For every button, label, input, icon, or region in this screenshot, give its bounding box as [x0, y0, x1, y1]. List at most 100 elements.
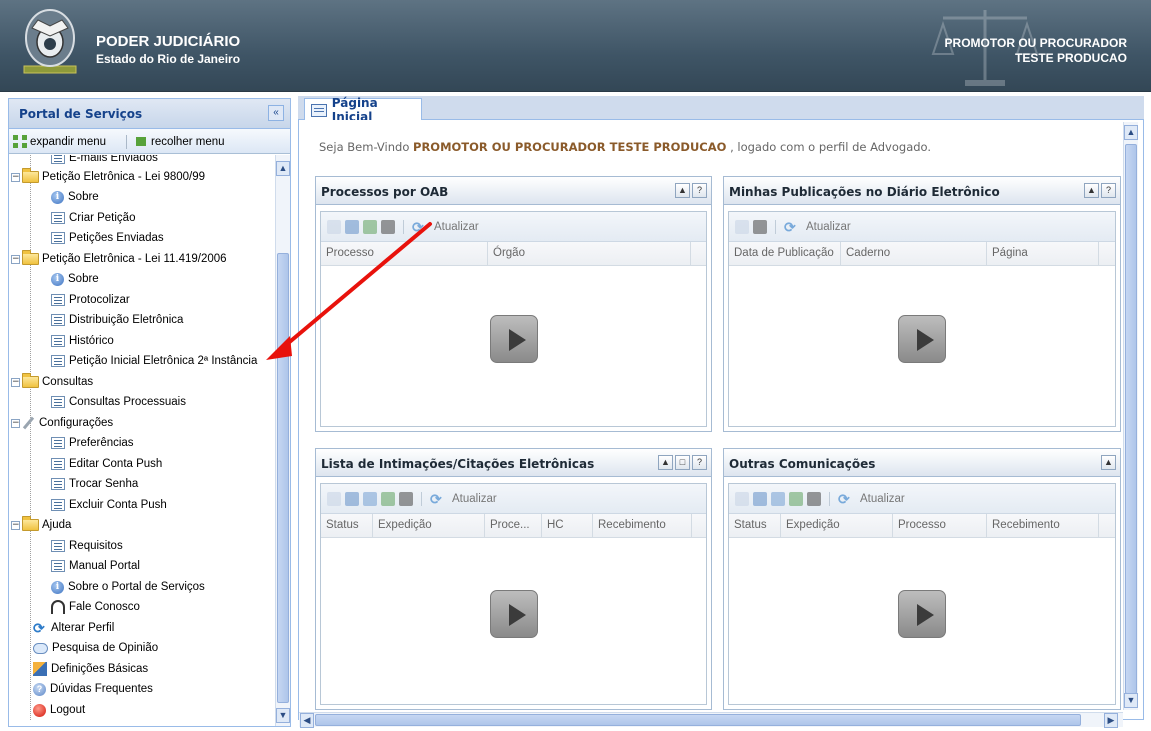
- binoculars-icon[interactable]: [381, 219, 395, 234]
- tree-item-logout[interactable]: Logout: [33, 700, 85, 720]
- document-icon[interactable]: [327, 219, 341, 234]
- scroll-down-icon[interactable]: ▼: [1124, 693, 1138, 708]
- binoculars-icon[interactable]: [753, 219, 767, 234]
- tree-item-requisitos[interactable]: Requisitos: [51, 536, 123, 556]
- tree-item-sobre-portal[interactable]: i Sobre o Portal de Serviços: [51, 577, 205, 597]
- column-header[interactable]: Recebimento: [987, 514, 1099, 537]
- tree-item-manual-portal[interactable]: Manual Portal: [51, 556, 140, 576]
- collapse-icon[interactable]: ▲: [1084, 183, 1099, 198]
- column-header[interactable]: Proce...: [485, 514, 542, 537]
- refresh-icon[interactable]: ⟳: [784, 220, 798, 234]
- tree-item-duvidas-frequentes[interactable]: ? Dúvidas Frequentes: [33, 679, 153, 699]
- help-icon[interactable]: ?: [1101, 183, 1116, 198]
- binoculars-icon[interactable]: [807, 491, 821, 506]
- play-icon[interactable]: [489, 315, 538, 363]
- document-icon[interactable]: [327, 491, 341, 506]
- tree-item-alterar-perfil[interactable]: ⟳ Alterar Perfil: [33, 618, 114, 638]
- column-header[interactable]: Expedição: [781, 514, 893, 537]
- collapse-toggle-icon[interactable]: −: [11, 520, 20, 530]
- portlet-header: Minhas Publicações no Diário Eletrônico …: [724, 177, 1120, 205]
- tree-folder-peticao-11419[interactable]: − Petição Eletrônica - Lei 11.419/2006: [11, 249, 227, 269]
- column-header[interactable]: Processo: [321, 242, 488, 265]
- tree-item-criar-peticao[interactable]: Criar Petição: [51, 208, 135, 228]
- tree-item-historico[interactable]: Histórico: [51, 331, 114, 351]
- refresh-icon[interactable]: ⟳: [838, 492, 852, 506]
- tree-item-preferencias[interactable]: Preferências: [51, 433, 134, 453]
- tree-item-protocolizar[interactable]: Protocolizar: [51, 290, 130, 310]
- refresh-button[interactable]: Atualizar: [452, 493, 497, 505]
- menu-scrollbar[interactable]: ▲ ▼: [275, 155, 290, 726]
- column-header[interactable]: Órgão: [488, 242, 691, 265]
- tree-item-sobre[interactable]: i Sobre: [51, 269, 99, 289]
- column-header[interactable]: Status: [321, 514, 373, 537]
- binoculars-icon[interactable]: [399, 491, 413, 506]
- column-header[interactable]: HC: [542, 514, 593, 537]
- play-icon[interactable]: [898, 315, 946, 363]
- refresh-button[interactable]: Atualizar: [860, 493, 905, 505]
- tree-item-sobre[interactable]: i Sobre: [51, 187, 99, 207]
- column-header[interactable]: Status: [729, 514, 781, 537]
- book-icon[interactable]: [753, 491, 767, 506]
- scroll-up-icon[interactable]: ▲: [276, 161, 290, 176]
- mail-icon[interactable]: [363, 491, 377, 506]
- tree-item-peticao-inicial-2-instancia[interactable]: Petição Inicial Eletrônica 2ª Instância: [51, 351, 257, 371]
- help-icon[interactable]: ?: [692, 183, 707, 198]
- column-header[interactable]: Página: [987, 242, 1099, 265]
- column-header[interactable]: Expedição: [373, 514, 485, 537]
- collapse-toggle-icon[interactable]: −: [11, 254, 20, 264]
- tree-folder-consultas[interactable]: − Consultas: [11, 372, 93, 392]
- tree-item-trocar-senha[interactable]: Trocar Senha: [51, 474, 138, 494]
- collapse-panel-button[interactable]: «: [268, 105, 284, 121]
- refresh-icon[interactable]: ⟳: [412, 220, 426, 234]
- mail-icon[interactable]: [771, 491, 785, 506]
- column-header[interactable]: Caderno: [841, 242, 987, 265]
- collapse-icon[interactable]: ▲: [658, 455, 673, 470]
- refresh-button[interactable]: Atualizar: [806, 221, 851, 233]
- column-header[interactable]: Data de Publicação: [729, 242, 841, 265]
- tree-folder-configuracoes[interactable]: − Configurações: [11, 413, 113, 433]
- tab-pagina-inicial[interactable]: Página Inicial: [304, 96, 422, 124]
- tree-item-definicoes-basicas[interactable]: Definições Básicas: [33, 659, 148, 679]
- refresh-icon[interactable]: ⟳: [430, 492, 444, 506]
- expand-menu-label: expandir menu: [30, 135, 107, 148]
- document-icon[interactable]: [735, 219, 749, 234]
- tree-item-distribuicao-eletronica[interactable]: Distribuição Eletrônica: [51, 310, 183, 330]
- tree-item-excluir-conta-push[interactable]: Excluir Conta Push: [51, 495, 167, 515]
- scroll-down-icon[interactable]: ▼: [276, 708, 290, 723]
- scroll-up-icon[interactable]: ▲: [1124, 125, 1138, 140]
- play-icon[interactable]: [898, 590, 946, 638]
- book-icon[interactable]: [345, 219, 359, 234]
- scrollbar-thumb[interactable]: [1125, 144, 1137, 694]
- tree-item-fale-conosco[interactable]: Fale Conosco: [51, 597, 140, 617]
- column-header[interactable]: Recebimento: [593, 514, 692, 537]
- collapse-toggle-icon[interactable]: −: [11, 418, 20, 428]
- export-icon[interactable]: [789, 491, 803, 506]
- tree-item-editar-conta-push[interactable]: Editar Conta Push: [51, 454, 162, 474]
- export-icon[interactable]: [363, 219, 377, 234]
- scroll-left-icon[interactable]: ◀: [300, 713, 314, 728]
- tree-item-peticoes-enviadas[interactable]: Petições Enviadas: [51, 228, 164, 248]
- refresh-button[interactable]: Atualizar: [434, 221, 479, 233]
- help-icon[interactable]: ?: [692, 455, 707, 470]
- content-horizontal-scrollbar[interactable]: ◀ ▶: [299, 712, 1123, 728]
- expand-menu-button[interactable]: expandir menu: [13, 135, 106, 148]
- play-icon[interactable]: [489, 590, 538, 638]
- collapse-icon[interactable]: ▲: [675, 183, 690, 198]
- document-icon[interactable]: [735, 491, 749, 506]
- export-icon[interactable]: [381, 491, 395, 506]
- tree-item-consultas-processuais[interactable]: Consultas Processuais: [51, 392, 186, 412]
- collapse-menu-button[interactable]: recolher menu: [134, 135, 225, 148]
- book-icon[interactable]: [345, 491, 359, 506]
- scrollbar-thumb[interactable]: [277, 253, 289, 703]
- scroll-right-icon[interactable]: ▶: [1104, 713, 1118, 728]
- tree-folder-peticao-9800[interactable]: − Petição Eletrônica - Lei 9800/99: [11, 167, 205, 187]
- collapse-icon[interactable]: ▲: [1101, 455, 1116, 470]
- collapse-toggle-icon[interactable]: −: [11, 377, 20, 387]
- tree-folder-ajuda[interactable]: − Ajuda: [11, 515, 71, 535]
- maximize-icon[interactable]: □: [675, 455, 690, 470]
- scrollbar-thumb[interactable]: [315, 714, 1081, 726]
- collapse-toggle-icon[interactable]: −: [11, 172, 20, 182]
- content-vertical-scrollbar[interactable]: ▲ ▼: [1123, 122, 1138, 710]
- tree-item-pesquisa-opiniao[interactable]: Pesquisa de Opinião: [33, 638, 158, 658]
- column-header[interactable]: Processo: [893, 514, 987, 537]
